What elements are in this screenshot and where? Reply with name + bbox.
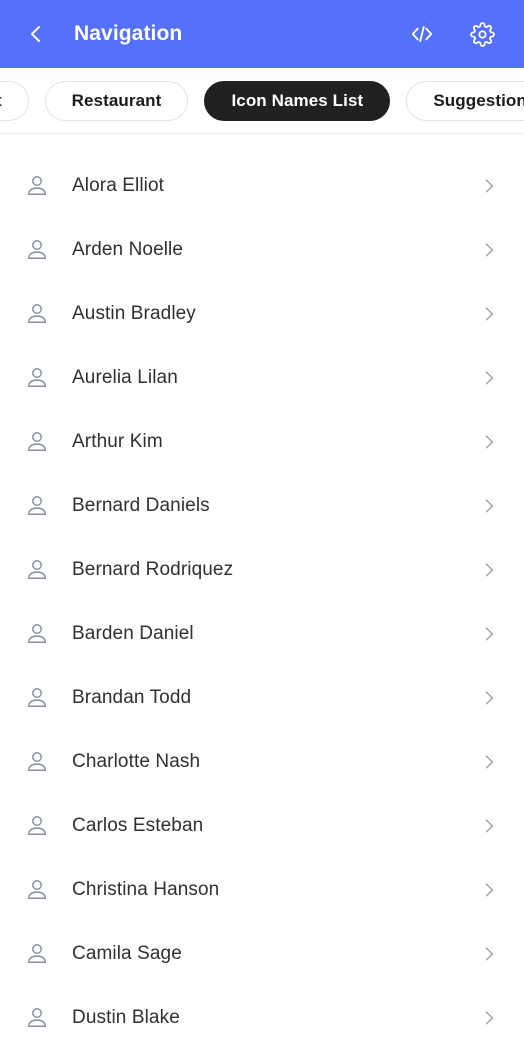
settings-button[interactable] [460,12,504,56]
list-item-label: Bernard Rodriquez [72,559,234,580]
list-item[interactable]: Christina Hanson [0,858,524,922]
gear-icon [469,21,495,47]
app-screen: Navigation List [0,0,524,1038]
person-outline-icon [22,747,52,777]
chevron-right-icon[interactable] [478,303,500,325]
person-outline-icon [22,299,52,329]
person-outline-icon [22,363,52,393]
tab-strip[interactable]: List Restaurant Icon Names List Suggesti… [0,68,524,134]
person-outline-icon [22,1003,52,1033]
person-outline-icon [22,555,52,585]
list-item-label: Austin Bradley [72,303,196,324]
list-item[interactable]: Charlotte Nash [0,730,524,794]
list-item[interactable]: Arden Noelle [0,218,524,282]
person-outline-icon [22,939,52,969]
list-item[interactable]: Camila Sage [0,922,524,986]
app-bar: Navigation [0,0,524,68]
person-outline-icon [22,875,52,905]
list-item[interactable]: Bernard Rodriquez [0,538,524,602]
tab-label: List [0,91,2,111]
code-brackets-icon [409,21,435,47]
chevron-right-icon[interactable] [478,623,500,645]
person-outline-icon [22,619,52,649]
tab-list[interactable]: List [0,80,29,121]
person-outline-icon [22,811,52,841]
tab-label: Icon Names List [231,90,364,110]
tab-suggestion[interactable]: Suggestion [406,80,524,121]
list-item[interactable]: Alora Elliot [0,154,524,218]
chevron-right-icon[interactable] [478,879,500,901]
tab-icon-names-list[interactable]: Icon Names List [204,80,391,121]
chevron-right-icon[interactable] [478,943,500,965]
list-item[interactable]: Dustin Blake [0,986,524,1038]
list-item[interactable]: Brandan Todd [0,666,524,730]
list-item-label: Aurelia Lilan [72,367,178,388]
list-item-label: Barden Daniel [72,623,194,644]
list-item-label: Carlos Esteban [72,815,204,836]
list-item[interactable]: Arthur Kim [0,410,524,474]
page-title: Navigation [74,22,183,45]
list-item-label: Alora Elliot [72,175,165,196]
name-list: Alora Elliot Arden Noelle Austin Bradley… [0,134,524,1038]
list-item[interactable]: Carlos Esteban [0,794,524,858]
code-button[interactable] [400,12,444,56]
chevron-right-icon[interactable] [478,367,500,389]
list-item-label: Christina Hanson [72,879,220,900]
person-outline-icon [22,491,52,521]
list-item-label: Camila Sage [72,943,182,964]
chevron-right-icon[interactable] [478,431,500,453]
tab-label: Restaurant [71,90,162,110]
list-item[interactable]: Austin Bradley [0,282,524,346]
list-item[interactable]: Aurelia Lilan [0,346,524,410]
list-item-label: Bernard Daniels [72,495,210,516]
list-item-label: Brandan Todd [72,687,192,708]
chevron-right-icon[interactable] [478,559,500,581]
list-item[interactable]: Bernard Daniels [0,474,524,538]
chevron-right-icon[interactable] [478,815,500,837]
chevron-right-icon[interactable] [478,1007,500,1029]
tab-label: Suggestion [433,90,524,110]
chevron-left-icon [24,22,48,46]
chevron-right-icon[interactable] [478,751,500,773]
back-button[interactable] [14,12,58,56]
list-item-label: Arden Noelle [72,239,184,260]
list-item[interactable]: Barden Daniel [0,602,524,666]
person-outline-icon [22,427,52,457]
list-item-label: Charlotte Nash [72,751,201,772]
chevron-right-icon[interactable] [478,239,500,261]
list-item-label: Arthur Kim [72,431,163,452]
chevron-right-icon[interactable] [478,687,500,709]
chevron-right-icon[interactable] [478,495,500,517]
person-outline-icon [22,683,52,713]
person-outline-icon [22,235,52,265]
chevron-right-icon[interactable] [478,175,500,197]
person-outline-icon [22,171,52,201]
tab-restaurant[interactable]: Restaurant [44,80,189,121]
list-item-label: Dustin Blake [72,1007,180,1028]
